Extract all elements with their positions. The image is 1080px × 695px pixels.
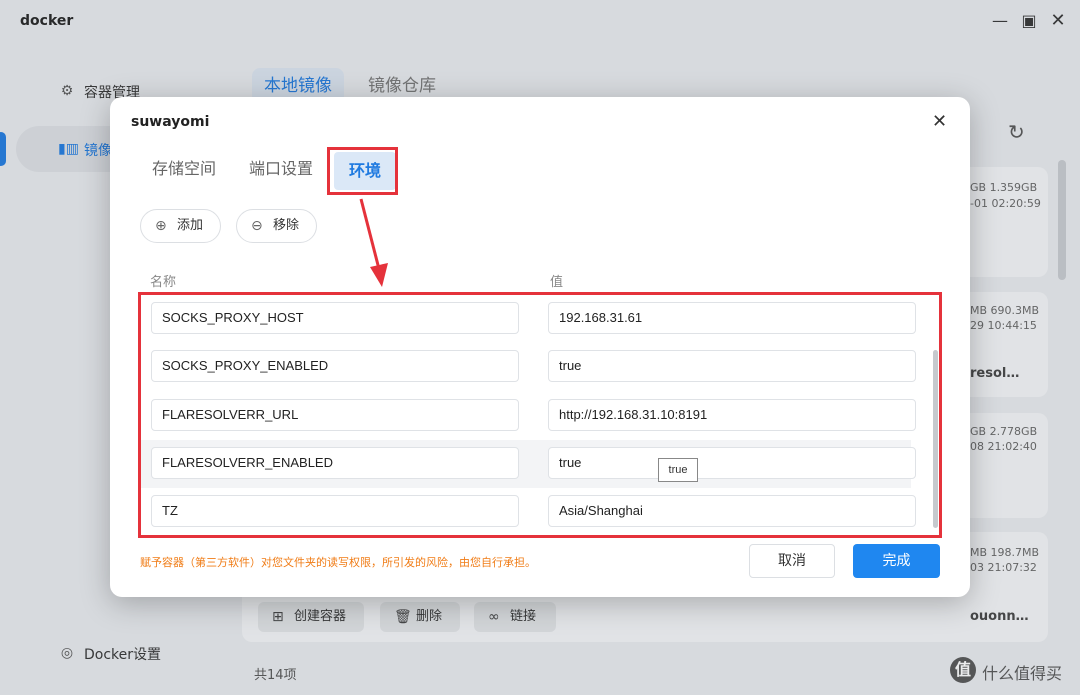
tab-highlight-box <box>327 147 398 195</box>
env-value-input[interactable]: Asia/Shanghai <box>548 495 916 527</box>
close-icon[interactable]: ✕ <box>932 111 947 132</box>
risk-warning: 赋予容器（第三方软件）对您文件夹的读写权限，所引发的风险，由您自行承担。 <box>140 556 536 569</box>
column-header-value: 值 <box>550 275 564 290</box>
env-value-input[interactable]: true <box>548 447 916 479</box>
tab-port-settings[interactable]: 端口设置 <box>249 155 313 179</box>
table-row[interactable]: FLARESOLVERR_ENABLED true <box>141 440 916 488</box>
column-header-name: 名称 <box>150 275 177 290</box>
add-button[interactable]: ⊕ 添加 <box>140 209 221 243</box>
env-key-input[interactable]: FLARESOLVERR_ENABLED <box>151 447 519 479</box>
env-table: SOCKS_PROXY_HOST 192.168.31.61 SOCKS_PRO… <box>138 292 942 538</box>
env-key-input[interactable]: SOCKS_PROXY_HOST <box>151 302 519 334</box>
minus-circle-icon: ⊖ <box>251 218 263 234</box>
table-row[interactable]: FLARESOLVERR_URL http://192.168.31.10:81… <box>141 392 916 440</box>
button-label: 移除 <box>273 218 300 233</box>
table-scrollbar[interactable] <box>933 350 938 528</box>
table-row[interactable]: TZ Asia/Shanghai <box>141 488 916 536</box>
env-key-input[interactable]: SOCKS_PROXY_ENABLED <box>151 350 519 382</box>
tab-storage[interactable]: 存储空间 <box>152 155 216 179</box>
env-key-input[interactable]: TZ <box>151 495 519 527</box>
env-key-input[interactable]: FLARESOLVERR_URL <box>151 399 519 431</box>
red-arrow-annotation <box>359 198 388 287</box>
plus-circle-icon: ⊕ <box>155 218 167 234</box>
done-button[interactable]: 完成 <box>853 544 940 578</box>
env-value-input[interactable]: 192.168.31.61 <box>548 302 916 334</box>
button-label: 添加 <box>177 218 204 233</box>
env-value-input[interactable]: http://192.168.31.10:8191 <box>548 399 916 431</box>
cancel-button[interactable]: 取消 <box>749 544 835 578</box>
table-row[interactable]: SOCKS_PROXY_HOST 192.168.31.61 <box>141 295 916 343</box>
value-tooltip: true <box>658 458 698 482</box>
table-row[interactable]: SOCKS_PROXY_ENABLED true <box>141 343 916 391</box>
modal-title: suwayomi <box>131 114 210 130</box>
remove-button[interactable]: ⊖ 移除 <box>236 209 317 243</box>
env-value-input[interactable]: true <box>548 350 916 382</box>
env-modal: suwayomi ✕ 存储空间 端口设置 环境 ⊕ 添加 ⊖ 移除 名称 值 S… <box>110 97 970 597</box>
